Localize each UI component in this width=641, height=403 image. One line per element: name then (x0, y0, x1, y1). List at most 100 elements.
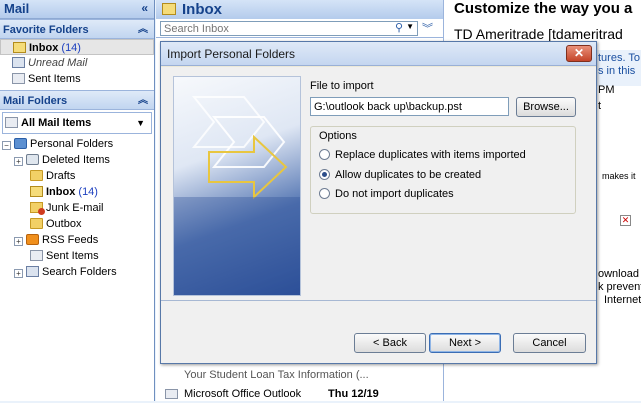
chevron-up-icon[interactable]: ︽ (138, 20, 148, 40)
inbox-icon (162, 3, 176, 15)
radio-label: Replace duplicates with items imported (335, 149, 526, 161)
message-row[interactable]: Microsoft Office Outlook Thu 12/19 (156, 385, 443, 403)
dialog-titlebar: Import Personal Folders ✕ (161, 42, 596, 66)
favorite-inbox[interactable]: Inbox (14) (0, 39, 154, 55)
cancel-button[interactable]: Cancel (513, 333, 586, 353)
junk-email-icon (30, 202, 45, 215)
all-mail-icon (5, 117, 18, 128)
tree-outbox[interactable]: Outbox (0, 216, 154, 232)
dropdown-arrow-icon[interactable]: ▼ (406, 22, 414, 31)
search-folder-icon (12, 57, 25, 68)
tree-personal-folders[interactable]: − Personal Folders (0, 136, 154, 152)
search-bar: ⚲ ▼ ︾ (156, 19, 443, 38)
all-mail-items-dropdown[interactable]: All Mail Items ▼ (2, 112, 152, 134)
radio-label: Do not import duplicates (335, 188, 454, 200)
file-path-input[interactable] (310, 97, 509, 116)
search-folder-icon (26, 266, 39, 277)
chevron-up-icon[interactable]: ︽ (138, 91, 148, 111)
radio-icon[interactable] (319, 188, 330, 199)
expand-icon[interactable]: + (14, 157, 23, 166)
tree-item-label: Junk E-mail (46, 202, 104, 214)
search-input[interactable] (160, 21, 418, 36)
sent-time: PM (598, 84, 615, 96)
collapse-icon[interactable]: − (2, 141, 11, 150)
tree-drafts[interactable]: Drafts (0, 168, 154, 184)
radio-replace-duplicates[interactable]: Replace duplicates with items imported (319, 147, 526, 163)
favorite-folders-label: Favorite Folders (3, 24, 89, 36)
favorite-sent-label: Sent Items (28, 73, 81, 85)
options-group: Options Replace duplicates with items im… (310, 126, 576, 214)
expand-icon[interactable]: + (14, 237, 23, 246)
tree-rss-feeds[interactable]: + RSS Feeds (0, 232, 154, 248)
browse-button[interactable]: Browse... (516, 97, 576, 117)
rss-icon (26, 234, 39, 245)
search-icon[interactable]: ⚲ (395, 21, 403, 34)
divider (161, 300, 596, 301)
infobar-text: s in this (598, 65, 636, 77)
sent-items-icon (30, 250, 43, 261)
favorite-unread-label: Unread Mail (28, 57, 88, 69)
broken-image-icon: ✕ (620, 215, 631, 226)
tree-item-label: Inbox (46, 186, 76, 198)
favorite-unread-mail[interactable]: Unread Mail (0, 55, 154, 71)
tree-search-folders[interactable]: + Search Folders (0, 264, 154, 280)
deleted-items-icon (26, 154, 39, 165)
tree-junk-email[interactable]: Junk E-mail (0, 200, 154, 216)
outbox-icon (30, 218, 43, 229)
favorite-folders-header[interactable]: Favorite Folders ︽ (0, 19, 154, 39)
drafts-icon (30, 170, 43, 181)
inbox-title: Inbox (182, 1, 222, 18)
radio-no-duplicates[interactable]: Do not import duplicates (319, 186, 454, 202)
personal-folders-label: Personal Folders (30, 138, 114, 150)
unread-count: (14) (78, 186, 98, 198)
tree-inbox[interactable]: Inbox (14) (0, 184, 154, 200)
infobar-text: tures. To (598, 52, 640, 64)
tree-item-label: Sent Items (46, 250, 99, 262)
tree-item-label: Deleted Items (42, 154, 110, 166)
dialog-title: Import Personal Folders (167, 47, 296, 61)
mail-folders-label: Mail Folders (3, 95, 68, 107)
mail-folders-header[interactable]: Mail Folders ︽ (0, 90, 154, 110)
next-button[interactable]: Next > (429, 333, 501, 353)
arrows-graphic (174, 96, 300, 295)
inbox-icon (13, 42, 26, 53)
chevron-down-icon[interactable]: ︾ (422, 20, 433, 36)
inbox-icon (30, 186, 43, 197)
message-subject: Customize the way you a (454, 0, 633, 17)
nav-pane-title: Mail (4, 1, 30, 16)
inbox-header: Inbox (156, 0, 443, 19)
navigation-pane: Mail « Favorite Folders ︽ Inbox (14) Unr… (0, 0, 155, 401)
message-from: TD Ameritrade [tdameritrad (454, 26, 623, 42)
expand-icon[interactable]: + (14, 269, 23, 278)
tree-item-label: Drafts (46, 170, 76, 182)
nav-pane-header: Mail « (0, 0, 154, 19)
favorite-inbox-label: Inbox (29, 42, 59, 54)
message-sender: Your Student Loan Tax Information (... (184, 369, 369, 381)
import-personal-folders-dialog: Import Personal Folders ✕ File to import… (160, 41, 597, 364)
radio-allow-duplicates[interactable]: Allow duplicates to be created (319, 167, 481, 183)
back-button[interactable]: < Back (354, 333, 426, 353)
collapse-pane-icon[interactable]: « (141, 0, 148, 17)
unread-count: (14) (61, 42, 81, 54)
tree-item-label: Outbox (46, 218, 82, 230)
body-text: ownload p (598, 268, 641, 280)
dialog-body: File to import Browse... Options Replace… (161, 67, 596, 363)
message-sender: Microsoft Office Outlook (184, 388, 302, 400)
tree-deleted-items[interactable]: + Deleted Items (0, 152, 154, 168)
tree-sent-items[interactable]: Sent Items (0, 248, 154, 264)
radio-icon[interactable] (319, 149, 330, 160)
recipient-text: t (598, 100, 602, 112)
message-row[interactable]: Your Student Loan Tax Information (... (156, 366, 443, 384)
all-mail-label: All Mail Items (21, 117, 92, 129)
envelope-icon (165, 389, 178, 399)
personal-folders-icon (14, 138, 27, 149)
sent-items-icon (12, 73, 25, 84)
body-text: Internet. (604, 294, 641, 306)
tree-item-label: RSS Feeds (42, 234, 99, 246)
favorite-sent-items[interactable]: Sent Items (0, 71, 154, 87)
radio-selected-icon[interactable] (319, 169, 330, 180)
wizard-graphic (173, 76, 301, 296)
dropdown-arrow-icon[interactable]: ▼ (136, 113, 145, 133)
message-date: Thu 12/19 (328, 388, 379, 400)
close-button[interactable]: ✕ (566, 45, 592, 62)
